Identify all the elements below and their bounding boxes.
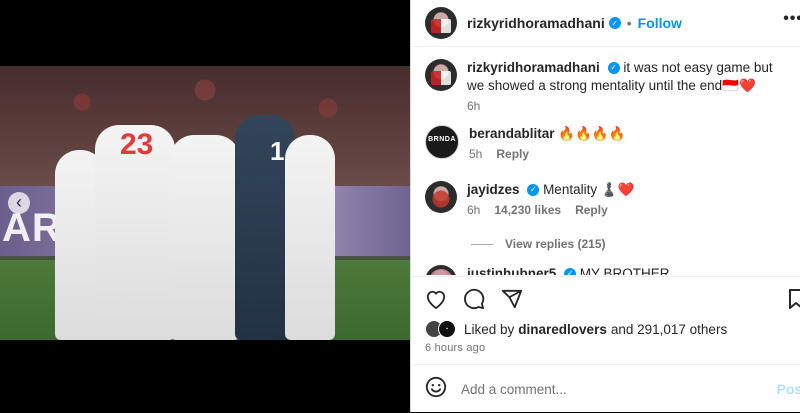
caption-username[interactable]: rizkyridhoramadhani xyxy=(467,60,600,75)
jersey-number: 23 xyxy=(120,128,154,161)
keeper-number: 1 xyxy=(270,136,285,166)
post-timestamp[interactable]: 6 hours ago xyxy=(425,342,485,354)
caption-text: rizkyridhoramadhani ✓ it was not easy ga… xyxy=(467,59,793,95)
comments-list[interactable]: rizkyridhoramadhani ✓ it was not easy ga… xyxy=(411,47,800,275)
avatar[interactable] xyxy=(425,7,457,39)
avatar[interactable] xyxy=(425,181,457,213)
verified-badge-icon: ✓ xyxy=(608,17,621,29)
comment-username[interactable]: berandablitar xyxy=(469,126,555,141)
caption: rizkyridhoramadhani ✓ it was not easy ga… xyxy=(425,59,793,113)
like-heart-icon[interactable] xyxy=(425,289,447,309)
comment-body: MY BROTHER xyxy=(579,266,670,275)
likes-count[interactable]: and 291,017 others xyxy=(611,322,727,337)
view-replies-label: View replies (215) xyxy=(505,237,606,251)
post-comment-button[interactable]: Post xyxy=(777,381,800,397)
view-replies-button[interactable]: View replies (215) xyxy=(471,237,606,251)
comment-text: justinhubner5 ✓ MY BROTHER xyxy=(467,265,670,275)
post-media: AR 23 1 ‹ xyxy=(0,0,410,412)
avatar[interactable]: BRNDA xyxy=(425,125,459,159)
comment-username[interactable]: justinhubner5 xyxy=(467,266,556,275)
comment-body: 🔥🔥🔥🔥 xyxy=(558,126,626,141)
post-author-username[interactable]: rizkyridhoramadhani xyxy=(467,15,605,31)
avatar-logo-text: BRNDA xyxy=(428,136,456,143)
comment-text: jayidzes ✓ Mentality ♟️❤️ xyxy=(467,181,634,199)
separator-dot: • xyxy=(626,15,632,31)
share-send-icon[interactable] xyxy=(501,288,523,310)
liker-avatar: ▪ xyxy=(438,320,456,338)
emoji-smiley-icon[interactable] xyxy=(425,376,447,403)
avatar[interactable] xyxy=(425,265,457,275)
comment-item: BRNDA berandablitar 🔥🔥🔥🔥 5h Reply xyxy=(425,125,793,161)
player xyxy=(285,135,335,340)
comment-username[interactable]: jayidzes xyxy=(467,182,520,197)
add-comment-bar: Post xyxy=(411,364,800,413)
more-options-icon[interactable]: ••• xyxy=(783,10,800,28)
likes-summary: ▪ Liked by dinaredlovers and 291,017 oth… xyxy=(425,320,727,338)
post-side-panel: rizkyridhoramadhani ✓ • Follow ••• rizky… xyxy=(410,0,800,412)
verified-badge-icon: ✓ xyxy=(607,62,620,75)
bookmark-icon[interactable] xyxy=(789,289,800,309)
player xyxy=(170,135,240,340)
comment-text: berandablitar 🔥🔥🔥🔥 xyxy=(469,125,626,143)
comment-item: justinhubner5 ✓ MY BROTHER xyxy=(425,265,793,275)
verified-badge-icon: ✓ xyxy=(527,184,540,197)
comment-time: 5h xyxy=(469,147,483,161)
comment-input[interactable] xyxy=(459,380,763,398)
action-bar xyxy=(411,276,800,321)
comment-body: Mentality ♟️❤️ xyxy=(543,182,635,197)
reply-button[interactable]: Reply xyxy=(496,147,529,161)
post-photo[interactable]: AR 23 1 xyxy=(0,66,410,340)
divider-line xyxy=(471,243,493,245)
caption-time: 6h xyxy=(467,99,481,113)
caption-meta: 6h xyxy=(467,99,793,113)
verified-badge-icon: ✓ xyxy=(564,268,577,275)
previous-image-button[interactable]: ‹ xyxy=(8,192,30,214)
avatar[interactable] xyxy=(425,59,457,91)
advertising-board-text: AR xyxy=(2,206,62,250)
reply-button[interactable]: Reply xyxy=(575,203,608,217)
comment-time: 6h xyxy=(467,203,481,217)
post-header: rizkyridhoramadhani ✓ • Follow ••• xyxy=(411,0,800,47)
comment-likes[interactable]: 14,230 likes xyxy=(494,203,561,217)
comment-item: jayidzes ✓ Mentality ♟️❤️ 6h 14,230 like… xyxy=(425,181,793,217)
liked-by-user[interactable]: dinaredlovers xyxy=(518,322,607,337)
follow-button[interactable]: Follow xyxy=(638,15,682,31)
comment-meta: 5h Reply xyxy=(469,147,626,161)
comment-meta: 6h 14,230 likes Reply xyxy=(467,203,634,217)
comment-bubble-icon[interactable] xyxy=(463,288,485,310)
liked-by-prefix: Liked by xyxy=(464,321,515,337)
